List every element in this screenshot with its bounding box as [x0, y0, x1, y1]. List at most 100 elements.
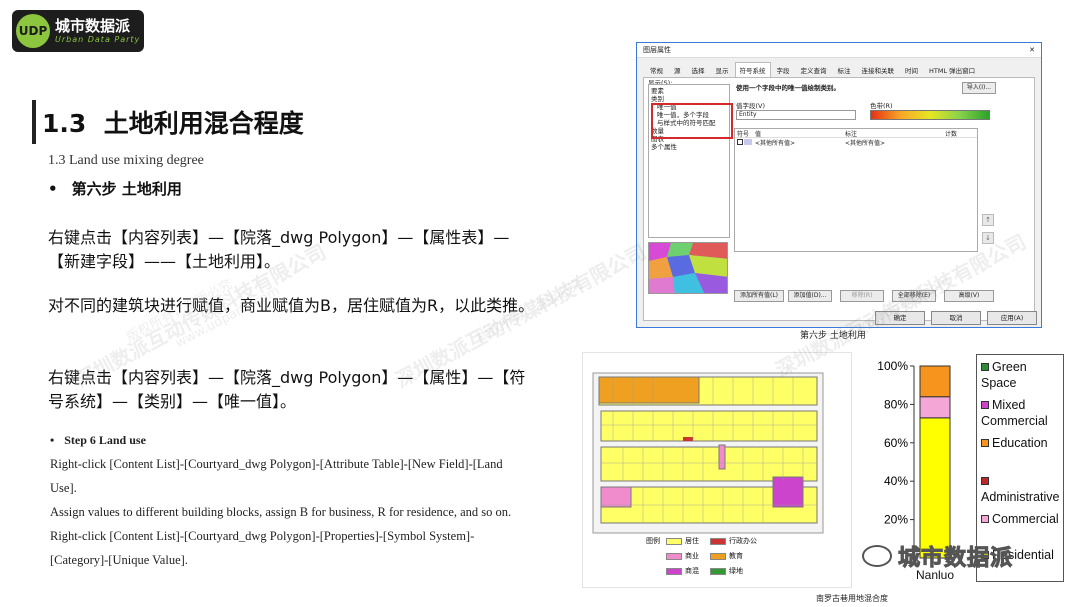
paragraph-en-2: Assign values to different building bloc… — [50, 505, 512, 519]
chart-legend-item: Administrative — [981, 473, 1063, 505]
map-legend-label: 绿地 — [729, 567, 743, 575]
map-legend-item: 行政办公 — [710, 536, 757, 546]
legend-swatch-icon — [666, 552, 682, 560]
map-legend-label: 教育 — [729, 552, 743, 560]
legend-square-icon — [981, 438, 989, 447]
move-down-icon[interactable]: ↓ — [982, 232, 994, 244]
bar-segment-mixed-commercial — [919, 396, 951, 419]
apply-button[interactable]: 应用(A) — [987, 311, 1037, 325]
tab-labels[interactable]: 标注 — [833, 62, 856, 78]
row-label: <其他所有值> — [845, 140, 886, 147]
color-ramp-label: 色带(R) — [870, 102, 893, 110]
footer-brand: 城市数据派 — [862, 540, 1013, 572]
add-values-button[interactable]: 添加值(D)... — [788, 290, 832, 302]
legend-swatch-icon — [710, 567, 726, 575]
dialog-titlebar: 图层属性 ✕ — [637, 43, 1041, 58]
legend-square-icon — [981, 476, 989, 485]
logo-en: Urban Data Party — [55, 35, 141, 44]
map-caption: 南罗古巷用地混合度 — [816, 594, 888, 603]
legend-square-icon — [981, 362, 989, 371]
logo-cn: 城市数据派 — [55, 17, 131, 35]
tab-html-popup[interactable]: HTML 弹出窗口 — [924, 62, 980, 78]
remove-button[interactable]: 移除(R) — [840, 290, 884, 302]
section-title: 土地利用混合程度 — [103, 109, 304, 138]
tab-fields[interactable]: 字段 — [772, 62, 795, 78]
tab-display[interactable]: 显示 — [711, 62, 734, 78]
section-number: 1.3 — [42, 109, 87, 138]
chart-legend-label: Administrative — [981, 490, 1060, 504]
advanced-button[interactable]: 高级(V) — [944, 290, 994, 302]
page-subtitle: 1.3 Land use mixing degree — [48, 153, 204, 168]
show-item-features[interactable]: 要素 — [651, 87, 727, 95]
tab-time[interactable]: 时间 — [900, 62, 923, 78]
import-button[interactable]: 导入(I)... — [962, 82, 996, 94]
bar-segment-residential — [919, 417, 951, 559]
y-tick-label: 40% — [884, 474, 908, 488]
move-up-icon[interactable]: ↑ — [982, 214, 994, 226]
highlight-box — [651, 103, 733, 139]
tab-general[interactable]: 常规 — [645, 62, 668, 78]
dialog-caption: 第六步 土地利用 — [800, 331, 866, 341]
chart-legend-item: Green Space — [981, 359, 1063, 391]
close-icon[interactable]: ✕ — [1029, 46, 1035, 54]
tab-selection[interactable]: 选择 — [687, 62, 710, 78]
symbology-panel: 显示(S): 要素 类别 唯一值 唯一值，多个字段 与样式中的符号匹配 数量 图… — [643, 77, 1035, 321]
logo-mark-icon: UDP — [16, 14, 50, 48]
legend-swatch-icon — [666, 537, 682, 545]
ok-button[interactable]: 确定 — [875, 311, 925, 325]
show-item-multiple-attributes[interactable]: 多个属性 — [651, 143, 727, 151]
y-tick-label: 80% — [884, 397, 908, 411]
footer-brand-text: 城市数据派 — [897, 546, 1014, 572]
map-legend-item: 商混 — [666, 566, 699, 576]
page-title: 1.3 土地利用混合程度 — [42, 104, 304, 140]
color-ramp-select[interactable] — [870, 110, 990, 120]
symbology-preview — [648, 242, 728, 294]
map-legend-item: 教育 — [710, 551, 743, 561]
paragraph-cn-2: 对不同的建筑块进行赋值，商业赋值为B，居住赋值为R，以此类推。 — [48, 296, 535, 315]
grid-header-symbol: 符号 — [737, 130, 750, 138]
row-value: <其他所有值> — [755, 140, 796, 147]
bullet-icon: • — [48, 180, 58, 198]
layer-properties-dialog: 图层属性 ✕ 常规 源 选择 显示 符号系统 字段 定义查询 标注 连接和关联 … — [636, 42, 1042, 328]
map-legend-label: 行政办公 — [729, 537, 757, 545]
add-all-values-button[interactable]: 添加所有值(L) — [734, 290, 784, 302]
y-tick-label: 20% — [884, 513, 908, 527]
chart-legend-label: Mixed Commercial — [981, 398, 1048, 428]
tab-symbology[interactable]: 符号系统 — [734, 62, 771, 78]
wechat-icon — [862, 545, 892, 567]
tab-definition-query[interactable]: 定义查询 — [796, 62, 832, 78]
paragraph-cn-1: 右键点击【内容列表】—【院落_dwg Polygon】—【属性表】—【新建字段】… — [48, 228, 510, 271]
dialog-title: 图层属性 — [643, 46, 671, 54]
y-tick-label: 60% — [884, 436, 908, 450]
chart-legend-item: Commercial — [981, 511, 1063, 527]
legend-square-icon — [981, 400, 989, 409]
map-legend-item: 商业 — [666, 551, 699, 561]
cancel-button[interactable]: 取消 — [931, 311, 981, 325]
map-legend-title: 图例 — [646, 537, 660, 545]
grid-row[interactable]: <其他所有值> <其他所有值> — [735, 138, 977, 147]
values-grid: 符号 值 标注 计数 <其他所有值> <其他所有值> — [734, 128, 978, 252]
grid-header-value: 值 — [755, 130, 762, 138]
dialog-tabs: 常规 源 选择 显示 符号系统 字段 定义查询 标注 连接和关联 时间 HTML… — [637, 58, 1041, 78]
remove-all-button[interactable]: 全部移除(E) — [892, 290, 936, 302]
brand-logo: UDP 城市数据派 Urban Data Party — [12, 10, 144, 52]
step-heading-cn: • 第六步 土地利用 — [48, 178, 182, 199]
map-legend-item: 绿地 — [710, 566, 743, 576]
legend-swatch-icon — [710, 537, 726, 545]
title-accent-bar — [32, 100, 36, 144]
bar-segment-education — [919, 365, 951, 398]
tab-source[interactable]: 源 — [669, 62, 686, 78]
legend-square-icon — [981, 514, 989, 523]
step-label-cn: 第六步 土地利用 — [71, 180, 182, 198]
chart-legend-label: Education — [992, 436, 1048, 450]
value-field-label: 值字段(V) — [736, 102, 766, 110]
value-field-select[interactable]: Entity — [736, 110, 856, 120]
y-tick-label: 100% — [877, 359, 908, 373]
show-item-categories[interactable]: 类别 — [651, 95, 727, 103]
map-legend-item: 居住 — [666, 536, 699, 546]
row-symbol — [735, 138, 755, 147]
paragraph-cn-3: 右键点击【内容列表】—【院落_dwg Polygon】—【属性】—【符号系统】—… — [48, 368, 526, 411]
tab-joins[interactable]: 连接和关联 — [857, 62, 900, 78]
slide: UDP 城市数据派 Urban Data Party 1.3 土地利用混合程度 … — [0, 0, 1080, 607]
chart-legend-item: Mixed Commercial — [981, 397, 1063, 429]
